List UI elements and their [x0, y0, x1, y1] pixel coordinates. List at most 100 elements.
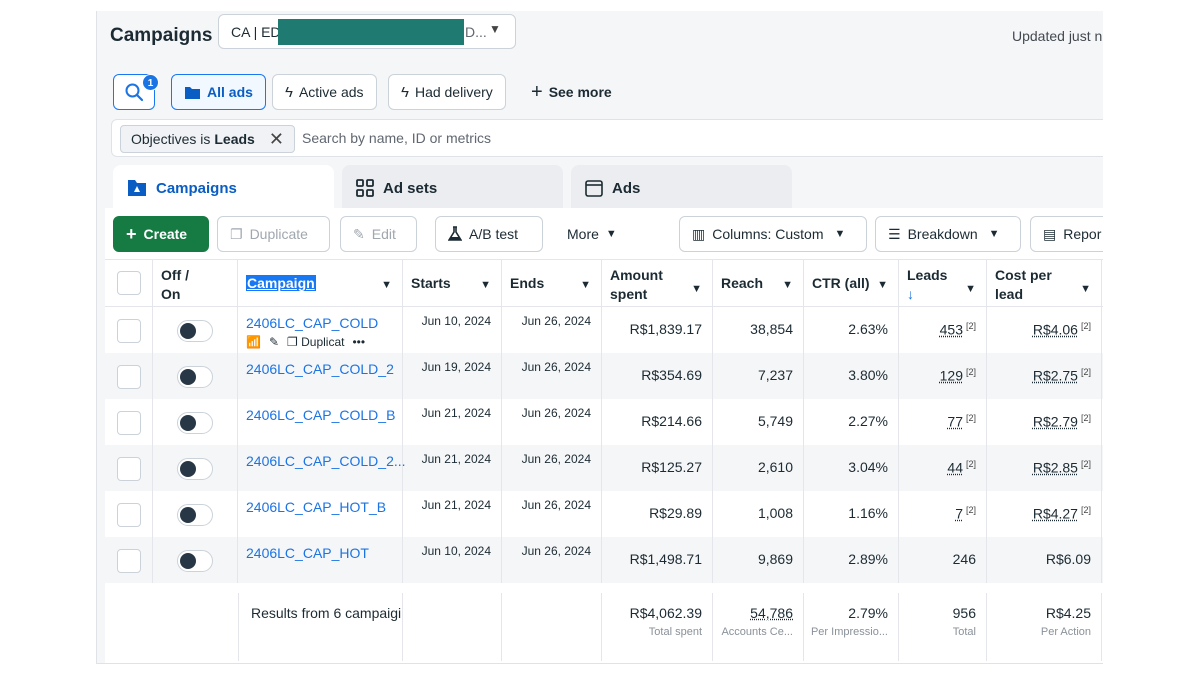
tab-ads[interactable]: Ads — [571, 165, 792, 211]
duplicate-button[interactable]: ❐ Duplicate — [217, 216, 330, 252]
pencil-icon[interactable]: ✎ — [269, 335, 279, 349]
tab-ad-sets[interactable]: Ad sets — [342, 165, 563, 211]
see-more-button[interactable]: + See more — [519, 74, 624, 110]
caret-down-icon: ▼ — [877, 279, 888, 291]
table-row[interactable]: 2406LC_CAP_COLD_B Jun 21, 2024 Jun 26, 2… — [105, 399, 1103, 445]
row-reach-cell: 38,854 — [713, 307, 804, 353]
row-name-cell: 2406LC_CAP_COLD_B — [238, 399, 403, 445]
amount-spent: R$214.66 — [641, 413, 702, 429]
reach-value: 1,008 — [757, 505, 793, 521]
campaign-toggle[interactable] — [177, 366, 213, 388]
leads-value: 246 — [953, 551, 976, 567]
close-icon[interactable]: ✕ — [269, 129, 284, 150]
row-checkbox[interactable] — [117, 365, 141, 389]
folder-icon — [185, 86, 200, 99]
breakdown-label: Breakdown — [907, 226, 978, 242]
campaign-toggle[interactable] — [177, 504, 213, 526]
row-amount-cell: R$1,498.71 — [602, 537, 713, 583]
reports-dropdown[interactable]: ▤ Repor — [1030, 216, 1103, 252]
amount-spent: R$1,839.17 — [629, 321, 702, 337]
ab-test-button[interactable]: A/B test — [435, 216, 543, 252]
col-ctr[interactable]: CTR (all) ▼ — [804, 260, 899, 307]
row-leads-cell: 7 [2] — [899, 491, 987, 537]
row-reach-cell: 2,610 — [713, 445, 804, 491]
col-campaign[interactable]: Campaign ▼ — [238, 260, 403, 307]
col-starts[interactable]: Starts ▼ — [403, 260, 502, 307]
select-all-checkbox[interactable] — [117, 271, 141, 295]
col-ends[interactable]: Ends ▼ — [502, 260, 602, 307]
row-leads-cell: 246 — [899, 537, 987, 583]
row-checkbox[interactable] — [117, 411, 141, 435]
tab-campaigns[interactable]: Campaigns — [113, 165, 334, 211]
table-row[interactable]: 2406LC_CAP_COLD_2... Jun 21, 2024 Jun 26… — [105, 445, 1103, 491]
row-checkbox[interactable] — [117, 457, 141, 481]
campaign-name-link[interactable]: 2406LC_CAP_COLD_2 — [246, 361, 394, 377]
campaign-name-link[interactable]: 2406LC_CAP_COLD_2... — [246, 453, 406, 469]
campaign-name-link[interactable]: 2406LC_CAP_HOT — [246, 545, 369, 561]
row-cpl-cell: R$2.75 [2] — [987, 353, 1102, 399]
campaign-toggle[interactable] — [177, 320, 213, 342]
campaign-name-link[interactable]: 2406LC_CAP_COLD_B — [246, 407, 395, 423]
col-amount-spent[interactable]: Amount spent ▼ — [602, 260, 713, 307]
search-input[interactable]: Search by name, ID or metrics — [302, 130, 491, 146]
reach-value: 38,854 — [750, 321, 793, 337]
end-date: Jun 26, 2024 — [521, 314, 591, 328]
row-checkbox[interactable] — [117, 319, 141, 343]
campaign-name-link[interactable]: 2406LC_CAP_COLD — [246, 315, 378, 331]
active-ads-filter[interactable]: ϟ Active ads — [272, 74, 377, 110]
duplicate-icon: ❐ — [287, 335, 298, 349]
leads-number: 44 — [947, 459, 963, 476]
col-reach[interactable]: Reach ▼ — [713, 260, 804, 307]
account-selector[interactable]: CA | ED D... ▼ — [218, 14, 516, 49]
cpl-number: R$2.85 — [1032, 459, 1078, 476]
more-options-icon[interactable]: ••• — [352, 335, 365, 349]
campaign-toggle[interactable] — [177, 550, 213, 572]
end-date: Jun 26, 2024 — [521, 406, 591, 420]
row-amount-cell: R$1,839.17 — [602, 307, 713, 353]
row-checkbox[interactable] — [117, 503, 141, 527]
start-date: Jun 19, 2024 — [421, 360, 491, 374]
table-row[interactable]: 2406LC_CAP_COLD 📶 ✎ ❐ Duplicat ••• Jun 1… — [105, 307, 1103, 353]
plus-icon: + — [531, 80, 543, 103]
had-delivery-filter[interactable]: ϟ Had delivery — [388, 74, 506, 110]
row-checkbox[interactable] — [117, 549, 141, 573]
create-button[interactable]: + Create — [113, 216, 209, 252]
cpl-footnote: [2] — [1080, 321, 1091, 331]
table-row[interactable]: 2406LC_CAP_HOT_B Jun 21, 2024 Jun 26, 20… — [105, 491, 1103, 537]
amount-spent: R$1,498.71 — [629, 551, 702, 567]
col-off-on: Off / On — [153, 260, 238, 307]
active-ads-label: Active ads — [298, 84, 364, 100]
row-leads-cell: 44 [2] — [899, 445, 987, 491]
more-dropdown[interactable]: More ▼ — [555, 216, 631, 252]
lightning-icon: ϟ — [401, 83, 409, 101]
row-reach-cell: 1,008 — [713, 491, 804, 537]
all-ads-filter[interactable]: All ads — [171, 74, 266, 110]
edit-label: Edit — [371, 226, 396, 242]
row-duplicate-button[interactable]: ❐ Duplicat — [287, 335, 344, 349]
report-icon: ▤ — [1043, 225, 1057, 242]
caret-down-icon: ▼ — [480, 279, 491, 291]
ad-window-icon — [585, 179, 603, 197]
filter-chip[interactable]: Objectives is Leads ✕ — [120, 125, 295, 153]
table-row[interactable]: 2406LC_CAP_COLD_2 Jun 19, 2024 Jun 26, 2… — [105, 353, 1103, 399]
tab-ads-label: Ads — [612, 179, 641, 197]
columns-dropdown[interactable]: ▥ Columns: Custom ▼ — [679, 216, 867, 252]
breakdown-dropdown[interactable]: ☰ Breakdown ▼ — [875, 216, 1021, 252]
cpl-footnote: [2] — [1080, 413, 1091, 423]
caret-down-icon: ▼ — [1080, 283, 1091, 295]
row-leads-cell: 453 [2] — [899, 307, 987, 353]
cpl-footnote: [2] — [1080, 505, 1091, 515]
campaign-name-link[interactable]: 2406LC_CAP_HOT_B — [246, 499, 386, 515]
cpl-value: R$6.09 — [1046, 551, 1091, 567]
campaign-toggle[interactable] — [177, 412, 213, 434]
col-cost-per-lead[interactable]: Cost per lead ▼ — [987, 260, 1102, 307]
duplicate-label: Duplicate — [249, 226, 308, 242]
campaign-toggle[interactable] — [177, 458, 213, 480]
chart-icon[interactable]: 📶 — [246, 335, 261, 349]
col-leads[interactable]: Leads ↓ ▼ — [899, 260, 987, 307]
totals-leads-cell: 956 Total — [899, 593, 987, 661]
start-date: Jun 10, 2024 — [421, 314, 491, 328]
edit-button[interactable]: ✎ Edit — [340, 216, 417, 252]
ctr-value: 3.04% — [848, 459, 888, 475]
table-row[interactable]: 2406LC_CAP_HOT Jun 10, 2024 Jun 26, 2024… — [105, 537, 1103, 583]
